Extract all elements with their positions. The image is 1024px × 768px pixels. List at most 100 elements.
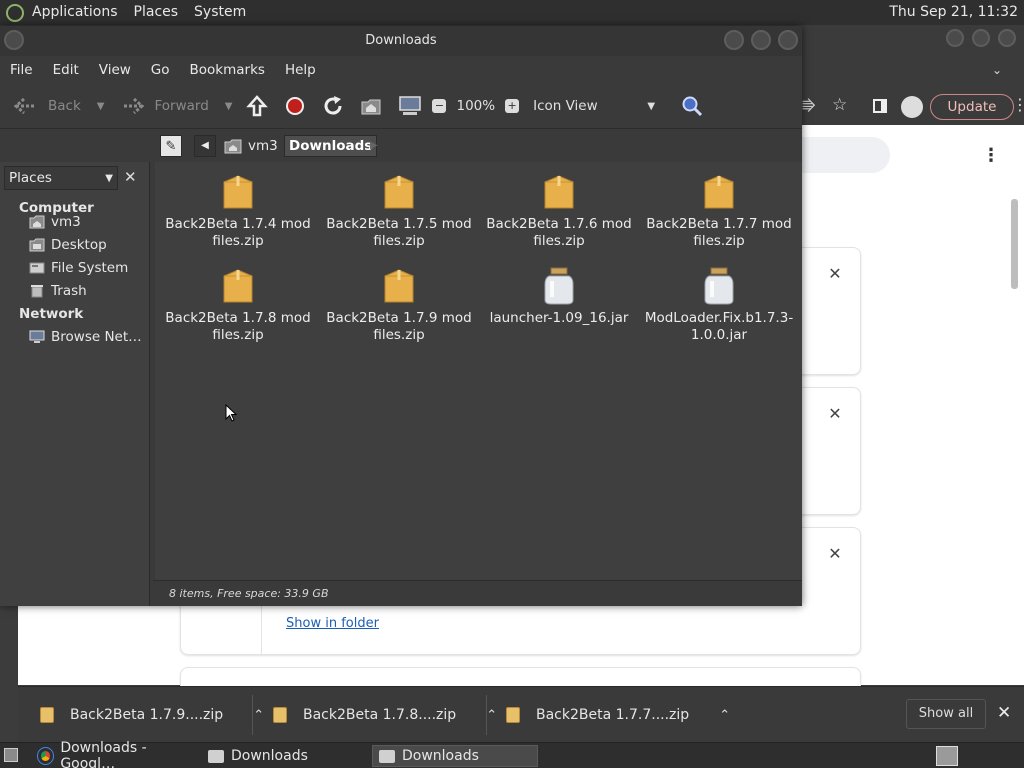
zip-archive-icon — [384, 269, 414, 303]
sidebar-type-select[interactable]: Places ▼ — [4, 166, 118, 190]
menu-view[interactable]: View — [89, 62, 141, 78]
tab-search-chevron-icon[interactable]: ⌄ — [992, 63, 1002, 77]
update-button[interactable]: Update — [930, 94, 1014, 120]
download-bar-item-name: Back2Beta 1.7.8....zip — [303, 707, 457, 723]
places-menu[interactable]: Places — [126, 0, 187, 25]
download-bar-item[interactable]: Back2Beta 1.7.8....zip ⌃ — [273, 687, 497, 743]
reload-button[interactable] — [318, 91, 348, 121]
toggle-location-entry-icon[interactable]: ✎ — [160, 135, 182, 157]
jar-file-icon — [544, 267, 574, 305]
zip-archive-icon — [544, 175, 574, 209]
breadcrumb-right-arrow-icon[interactable]: ▶ — [370, 135, 378, 157]
panel-clock[interactable]: Thu Sep 21, 11:32 — [889, 0, 1018, 25]
downloads-more-icon[interactable]: ⋮ — [982, 145, 1000, 166]
reload-icon — [325, 96, 342, 115]
side-panel-icon[interactable] — [873, 99, 887, 113]
forward-history-dropdown-icon[interactable]: ▼ — [225, 101, 233, 112]
sidebar-item-vm3[interactable]: vm3 — [29, 214, 81, 230]
show-all-button[interactable]: Show all — [906, 699, 986, 729]
applications-menu[interactable]: Applications — [24, 0, 126, 25]
share-icon[interactable]: ⭆ — [802, 97, 816, 115]
zoom-in-button[interactable]: + — [501, 91, 523, 121]
close-sidebar-icon[interactable]: ✕ — [124, 168, 137, 186]
chevron-up-icon[interactable]: ⌃ — [719, 708, 730, 723]
download-bar-item[interactable]: Back2Beta 1.7.9....zip ⌃ — [40, 687, 264, 743]
menu-help[interactable]: Help — [275, 62, 326, 78]
file-item[interactable]: launcher-1.09_16.jar — [484, 266, 634, 327]
sidebar-item-trash[interactable]: Trash — [29, 283, 87, 299]
system-menu[interactable]: System — [186, 0, 254, 25]
stop-button[interactable] — [282, 91, 308, 121]
window-titlebar[interactable]: Downloads — [0, 26, 802, 56]
breadcrumb-left-arrow-icon[interactable]: ◀ — [194, 135, 216, 157]
chevron-up-icon[interactable]: ⌃ — [253, 708, 264, 723]
menubar: File Edit View Go Bookmarks Help — [0, 56, 802, 84]
back-history-dropdown-icon[interactable]: ▼ — [97, 101, 105, 112]
file-item[interactable]: Back2Beta 1.7.6 mod files.zip — [484, 172, 634, 250]
file-item[interactable]: ModLoader.Fix.b1.7.3- 1.0.0.jar — [644, 266, 794, 344]
home-button[interactable] — [356, 91, 386, 121]
remove-download-icon[interactable]: ✕ — [828, 406, 842, 422]
browser-menu-icon[interactable]: ⋮ — [1012, 95, 1024, 114]
minimize-button[interactable] — [724, 30, 744, 50]
file-name-line1: Back2Beta 1.7.9 mod — [326, 310, 472, 326]
window-menu-button[interactable] — [4, 30, 24, 50]
file-item[interactable]: Back2Beta 1.7.9 mod files.zip — [324, 266, 474, 344]
file-item[interactable]: Back2Beta 1.7.8 mod files.zip — [163, 266, 313, 344]
menu-bookmarks[interactable]: Bookmarks — [180, 62, 275, 78]
zoom-out-button[interactable]: − — [428, 91, 450, 121]
show-in-folder-link[interactable]: Show in folder — [286, 616, 379, 631]
profile-avatar-icon[interactable] — [901, 96, 923, 118]
browser-minimize-button[interactable] — [946, 29, 964, 47]
breadcrumb-label: vm3 — [248, 138, 278, 154]
computer-button[interactable] — [394, 91, 426, 121]
distro-logo-icon[interactable] — [6, 3, 24, 22]
bookmark-star-icon[interactable]: ☆ — [832, 95, 847, 115]
sidebar-item-label: File System — [51, 260, 129, 276]
workspace-switcher[interactable] — [936, 746, 958, 766]
file-name-line1: Back2Beta 1.7.7 mod — [646, 216, 792, 232]
sidebar-item-browse-network[interactable]: Browse Net… — [29, 329, 142, 345]
taskbar-item-downloads-active[interactable]: Downloads — [372, 745, 538, 767]
home-folder-icon — [29, 215, 45, 229]
taskbar-item-downloads[interactable]: Downloads — [202, 745, 368, 767]
chevron-down-icon: ▼ — [105, 172, 113, 184]
sidebar-item-file-system[interactable]: File System — [29, 260, 128, 276]
browser-maximize-button[interactable] — [972, 29, 990, 47]
sidebar-item-desktop[interactable]: Desktop — [29, 237, 107, 253]
file-name-line2: files.zip — [373, 233, 425, 249]
zoom-in-icon: + — [505, 99, 520, 113]
file-view[interactable]: Back2Beta 1.7.4 mod files.zip Back2Beta … — [155, 162, 802, 580]
menu-file[interactable]: File — [0, 62, 43, 78]
forward-button[interactable]: Forward ▼ — [116, 91, 236, 121]
zip-file-icon — [506, 707, 520, 723]
maximize-button[interactable] — [751, 30, 771, 50]
taskbar-item-chrome[interactable]: Downloads - Googl… — [32, 740, 202, 768]
chevron-up-icon[interactable]: ⌃ — [486, 708, 497, 723]
trash-icon — [31, 285, 43, 298]
view-mode-select[interactable]: Icon View ▼ — [529, 91, 659, 121]
browser-close-button[interactable] — [998, 29, 1016, 47]
up-button[interactable] — [242, 91, 272, 121]
close-download-bar-icon[interactable]: ✕ — [997, 703, 1011, 723]
close-button[interactable] — [778, 30, 798, 50]
downloads-search-box[interactable] — [802, 137, 890, 173]
breadcrumb-vm3[interactable]: vm3 — [218, 135, 284, 157]
zoom-level[interactable]: 100% — [456, 98, 495, 114]
menu-go[interactable]: Go — [141, 62, 180, 78]
page-scrollbar[interactable] — [1008, 185, 1020, 679]
remove-download-icon[interactable]: ✕ — [828, 546, 842, 562]
file-name-line2: files.zip — [533, 233, 585, 249]
download-bar-item[interactable]: Back2Beta 1.7.7....zip ⌃ — [506, 687, 730, 743]
file-item[interactable]: Back2Beta 1.7.5 mod files.zip — [324, 172, 474, 250]
show-desktop-icon[interactable] — [4, 748, 18, 762]
remove-download-icon[interactable]: ✕ — [828, 266, 842, 282]
file-item[interactable]: Back2Beta 1.7.7 mod files.zip — [644, 172, 794, 250]
scrollbar-thumb[interactable] — [1011, 199, 1018, 289]
back-button[interactable]: Back ▼ — [8, 91, 108, 121]
menu-edit[interactable]: Edit — [43, 62, 89, 78]
search-button[interactable] — [677, 91, 707, 121]
file-item[interactable]: Back2Beta 1.7.4 mod files.zip — [163, 172, 313, 250]
breadcrumb-downloads[interactable]: Downloads — [284, 135, 378, 157]
location-bar: ✎ ◀ vm3 Downloads ▶ — [0, 128, 802, 162]
